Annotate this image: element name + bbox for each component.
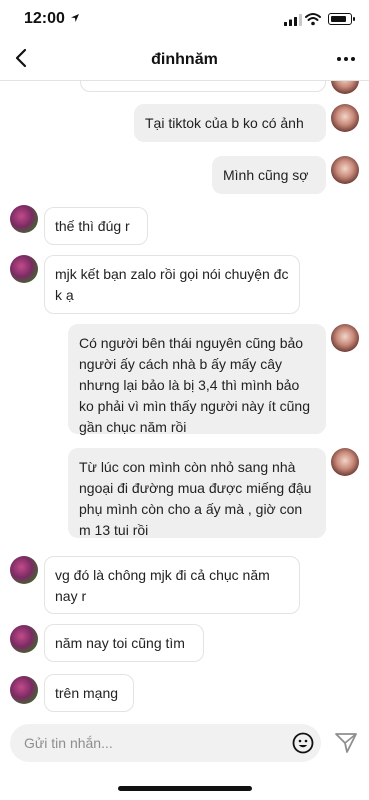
message-bubble-received[interactable]: trên mạng [44,674,134,712]
contact-avatar[interactable] [10,255,38,283]
wifi-icon [305,13,321,26]
my-avatar[interactable] [331,324,359,352]
chat-header: đinhnăm [0,38,369,81]
cellular-signal-icon [284,14,302,26]
message-bubble-received[interactable]: vg đó là chông mjk đi cả chục năm nay r [44,556,300,614]
message-bubble-sent[interactable]: Tại tiktok của b ko có ảnh [134,104,326,142]
contact-avatar[interactable] [10,625,38,653]
message-bubble-received[interactable]: thế thì đúg r [44,207,148,245]
message-bubble-received[interactable]: năm nay toi cũng tìm [44,624,204,662]
message-input[interactable] [10,724,321,762]
message-bubble-received[interactable]: mjk kết bạn zalo rồi gọi nói chuyện đc k… [44,255,300,314]
my-avatar[interactable] [331,104,359,132]
contact-avatar[interactable] [331,80,359,94]
my-avatar[interactable] [331,448,359,476]
status-time: 12:00 [24,10,65,27]
chat-title[interactable]: đinhnăm [0,51,369,69]
message-list[interactable]: Tại tiktok của b ko có ảnh Mình cũng sợ … [0,80,369,712]
message-bubble-sent[interactable] [80,80,326,92]
contact-avatar[interactable] [10,205,38,233]
emoji-icon[interactable] [292,732,314,754]
send-icon[interactable] [334,731,358,755]
location-arrow-icon [71,14,79,22]
message-bubble-sent[interactable]: Từ lúc con mình còn nhỏ sang nhà ngoại đ… [68,448,326,538]
status-bar: 12:00 [0,0,369,38]
battery-icon [328,13,355,25]
contact-avatar[interactable] [10,556,38,584]
message-bubble-sent[interactable]: Mình cũng sợ [212,156,326,194]
more-options-icon[interactable] [337,57,355,61]
message-bubble-sent[interactable]: Có người bên thái nguyên cũng bảo người … [68,324,326,435]
contact-avatar[interactable] [10,676,38,704]
my-avatar[interactable] [331,156,359,184]
home-indicator [118,786,252,791]
